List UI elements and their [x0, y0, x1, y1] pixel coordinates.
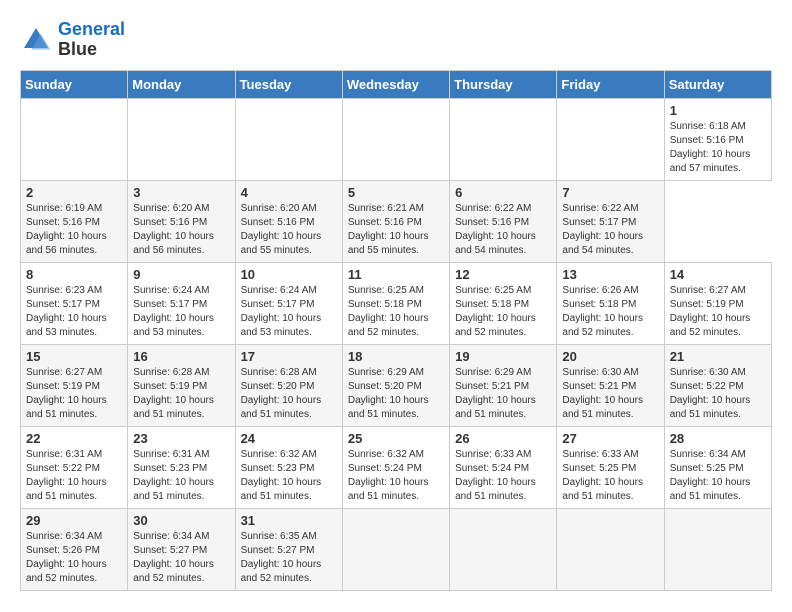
calendar-cell-27: 27Sunrise: 6:33 AMSunset: 5:25 PMDayligh… [557, 426, 664, 508]
calendar-cell-23: 23Sunrise: 6:31 AMSunset: 5:23 PMDayligh… [128, 426, 235, 508]
empty-cell [128, 98, 235, 180]
col-friday: Friday [557, 70, 664, 98]
calendar-cell-6: 6Sunrise: 6:22 AMSunset: 5:16 PMDaylight… [450, 180, 557, 262]
calendar-cell-15: 15Sunrise: 6:27 AMSunset: 5:19 PMDayligh… [21, 344, 128, 426]
empty-cell [235, 98, 342, 180]
empty-cell [450, 508, 557, 590]
calendar-cell-17: 17Sunrise: 6:28 AMSunset: 5:20 PMDayligh… [235, 344, 342, 426]
calendar-cell-26: 26Sunrise: 6:33 AMSunset: 5:24 PMDayligh… [450, 426, 557, 508]
logo-icon [20, 24, 52, 56]
empty-cell [664, 508, 771, 590]
calendar-cell-3: 3Sunrise: 6:20 AMSunset: 5:16 PMDaylight… [128, 180, 235, 262]
calendar-cell-11: 11Sunrise: 6:25 AMSunset: 5:18 PMDayligh… [342, 262, 449, 344]
calendar-table: SundayMondayTuesdayWednesdayThursdayFrid… [20, 70, 772, 591]
calendar-cell-21: 21Sunrise: 6:30 AMSunset: 5:22 PMDayligh… [664, 344, 771, 426]
calendar-cell-31: 31Sunrise: 6:35 AMSunset: 5:27 PMDayligh… [235, 508, 342, 590]
col-sunday: Sunday [21, 70, 128, 98]
header-row: SundayMondayTuesdayWednesdayThursdayFrid… [21, 70, 772, 98]
empty-cell [21, 98, 128, 180]
empty-cell [557, 508, 664, 590]
calendar-cell-8: 8Sunrise: 6:23 AMSunset: 5:17 PMDaylight… [21, 262, 128, 344]
logo-text: GeneralBlue [58, 20, 125, 60]
empty-cell [342, 98, 449, 180]
calendar-cell-30: 30Sunrise: 6:34 AMSunset: 5:27 PMDayligh… [128, 508, 235, 590]
logo: GeneralBlue [20, 20, 125, 60]
calendar-cell-20: 20Sunrise: 6:30 AMSunset: 5:21 PMDayligh… [557, 344, 664, 426]
empty-cell [342, 508, 449, 590]
col-monday: Monday [128, 70, 235, 98]
col-thursday: Thursday [450, 70, 557, 98]
calendar-cell-14: 14Sunrise: 6:27 AMSunset: 5:19 PMDayligh… [664, 262, 771, 344]
calendar-cell-25: 25Sunrise: 6:32 AMSunset: 5:24 PMDayligh… [342, 426, 449, 508]
calendar-cell-22: 22Sunrise: 6:31 AMSunset: 5:22 PMDayligh… [21, 426, 128, 508]
calendar-cell-12: 12Sunrise: 6:25 AMSunset: 5:18 PMDayligh… [450, 262, 557, 344]
calendar-cell-16: 16Sunrise: 6:28 AMSunset: 5:19 PMDayligh… [128, 344, 235, 426]
empty-cell [557, 98, 664, 180]
calendar-cell-19: 19Sunrise: 6:29 AMSunset: 5:21 PMDayligh… [450, 344, 557, 426]
col-saturday: Saturday [664, 70, 771, 98]
calendar-cell-5: 5Sunrise: 6:21 AMSunset: 5:16 PMDaylight… [342, 180, 449, 262]
calendar-cell-9: 9Sunrise: 6:24 AMSunset: 5:17 PMDaylight… [128, 262, 235, 344]
col-tuesday: Tuesday [235, 70, 342, 98]
calendar-cell-29: 29Sunrise: 6:34 AMSunset: 5:26 PMDayligh… [21, 508, 128, 590]
calendar-cell-18: 18Sunrise: 6:29 AMSunset: 5:20 PMDayligh… [342, 344, 449, 426]
calendar-cell-28: 28Sunrise: 6:34 AMSunset: 5:25 PMDayligh… [664, 426, 771, 508]
col-wednesday: Wednesday [342, 70, 449, 98]
calendar-cell-2: 2Sunrise: 6:19 AMSunset: 5:16 PMDaylight… [21, 180, 128, 262]
calendar-cell-10: 10Sunrise: 6:24 AMSunset: 5:17 PMDayligh… [235, 262, 342, 344]
empty-cell [450, 98, 557, 180]
calendar-cell-24: 24Sunrise: 6:32 AMSunset: 5:23 PMDayligh… [235, 426, 342, 508]
calendar-cell-4: 4Sunrise: 6:20 AMSunset: 5:16 PMDaylight… [235, 180, 342, 262]
calendar-cell-13: 13Sunrise: 6:26 AMSunset: 5:18 PMDayligh… [557, 262, 664, 344]
calendar-cell-1: 1Sunrise: 6:18 AMSunset: 5:16 PMDaylight… [664, 98, 771, 180]
calendar-cell-7: 7Sunrise: 6:22 AMSunset: 5:17 PMDaylight… [557, 180, 664, 262]
page-header: GeneralBlue [20, 20, 772, 60]
